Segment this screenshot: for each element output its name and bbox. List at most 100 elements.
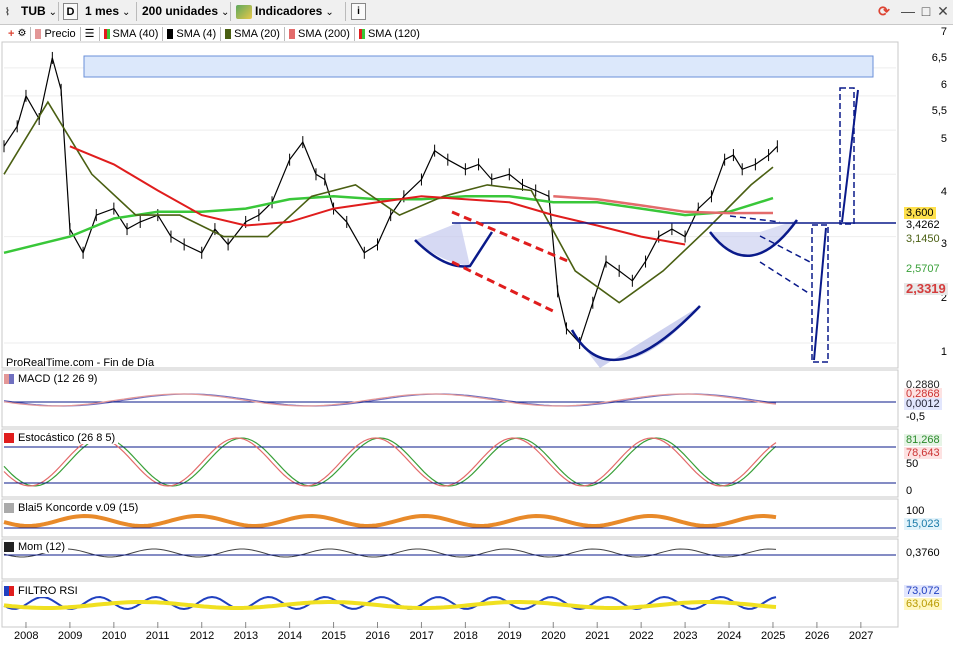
y-tick: 5 [940,133,947,145]
measured-move-box-up [839,87,855,225]
target-zone [83,55,874,78]
legend-item-sma120[interactable]: SMA (120) [355,27,424,41]
indicators-label: Indicadores [255,4,323,18]
x-tick-label: 2023 [673,630,698,642]
legend-swatch [167,28,174,39]
measured-move-up-line [841,89,859,223]
x-tick-label: 2009 [57,630,83,642]
x-tick-label: 2017 [409,630,434,642]
koncorde-band [3,513,777,529]
units-label: 200 unidades [142,4,219,18]
price-tag-sma40: 2,5707 [904,263,942,275]
x-tick-label: 2021 [585,630,610,642]
y-tick: 6,5 [931,52,947,64]
series-line-sma-200 [553,195,774,215]
toolbar-divider [345,2,346,21]
series-line-sma-40 [3,195,774,255]
legend-swatch [106,28,110,39]
legend-label: SMA (4) [176,27,217,40]
macd-tick: -0,5 [906,411,925,423]
legend-controls[interactable]: + ⚙ [4,26,32,41]
rsi-icon [4,586,14,596]
x-tick-label: 2016 [365,630,390,642]
legend-item-sma20[interactable]: SMA (20) [221,26,285,41]
symbol-dropdown[interactable]: TUB ⌄ [18,2,60,21]
y-tick: 7 [940,26,947,38]
price-series-group [3,51,778,350]
price-tag-last: 3,600 [904,207,936,219]
x-tick-label: 2010 [101,630,127,642]
legend-label: SMA (20) [234,27,280,40]
x-tick-label: 2020 [541,630,566,642]
x-tick-label: 2018 [453,630,478,642]
close-button[interactable]: ✕ [935,3,951,20]
macd-tag: 0,0012 [904,398,942,410]
toolbar-divider [58,2,59,21]
restore-button[interactable]: □ [918,3,934,20]
dashed-blue-a [729,215,781,223]
y-tick: 4 [940,186,947,198]
chevron-down-icon: ⌄ [325,7,334,18]
macd-icon [4,374,14,384]
indicators-dropdown[interactable]: Indicadores ⌄ [233,2,337,21]
dashed-downtrend-bottom [451,260,556,314]
y-tick: 6 [940,79,947,91]
stoch-icon [4,433,14,443]
legend-item-list[interactable]: ☰ [81,26,100,41]
panel-title: Estocástico (26 8 5) [18,432,116,444]
legend-swatch [225,28,232,39]
symbol-selector[interactable]: ⌇ [2,2,13,21]
chevron-down-icon: ⌄ [122,7,131,18]
x-tick-label: 2019 [497,630,522,642]
chevron-down-icon: ⌄ [221,7,230,18]
settings-icon[interactable]: ⚙ [18,28,27,39]
x-tick-label: 2008 [13,630,39,642]
x-tick-label: 2024 [717,630,742,642]
toolbar-divider [136,2,137,21]
cup-fill-2024 [710,220,797,256]
rsi-tag: 63,046 [904,598,942,610]
legend-item-sma200[interactable]: SMA (200) [285,26,355,41]
x-tick-label: 2013 [233,630,259,642]
info-button[interactable]: i [351,3,366,20]
series-line-sma-120 [69,145,686,246]
x-tick-label: 2015 [321,630,347,642]
stoch-tick: 50 [906,458,919,470]
stoch-k-line [3,437,777,487]
legend-item-sma4[interactable]: SMA (4) [163,26,222,41]
pattern-overlays [414,87,896,363]
panel-label-stoch[interactable]: Estocástico (26 8 5) [4,432,119,444]
toolbar: ⌇ TUB ⌄ D 1 mes ⌄ 200 unidades ⌄ Indicadore… [0,0,953,25]
measured-move-down-line [813,227,827,361]
x-tick-label: 2025 [760,630,786,642]
x-tick-label: 2014 [277,630,303,642]
chart-canvas[interactable] [0,0,953,645]
panel-title: Mom (12) [18,541,66,553]
panel-label-mom[interactable]: Mom (12) [4,541,69,553]
list-icon: ☰ [84,28,95,40]
refresh-icon[interactable]: ⟳ [876,3,892,20]
legend-swatch [288,28,295,39]
stoch-d-line [3,437,777,487]
legend-item-precio[interactable]: Precio [31,26,81,41]
panel-label-macd[interactable]: MACD (12 26 9) [4,373,101,385]
chart-legend: + ⚙ Precio ☰ SMA (40) SMA (4) SMA (20) S… [4,26,424,41]
source-label: ProRealTime.com - Fin de Día [6,357,155,369]
minimize-button[interactable]: — [900,3,916,20]
period-dropdown[interactable]: 1 mes ⌄ [82,2,133,21]
panel-title: FILTRO RSI [18,585,78,597]
add-icon[interactable]: + [8,28,14,40]
mom-tag: 0,3760 [906,547,940,559]
units-dropdown[interactable]: 200 unidades ⌄ [139,2,232,21]
mom-icon [4,542,14,552]
price-tag-sma200: 2,3319 [904,281,948,296]
x-tick-label: 2011 [145,630,170,642]
cup-fill-2020 [572,306,700,368]
daily-mode-button[interactable]: D [63,3,78,20]
panel-label-rsi[interactable]: FILTRO RSI [4,585,81,597]
koncorde-tick: 100 [906,505,925,517]
panel-label-koncorde[interactable]: Blai5 Koncorde v.09 (15) [4,502,142,514]
legend-item-sma40[interactable]: SMA (40) [100,26,164,41]
stoch-tick: 0 [906,485,913,497]
wave-icon: ⌇ [5,7,10,18]
